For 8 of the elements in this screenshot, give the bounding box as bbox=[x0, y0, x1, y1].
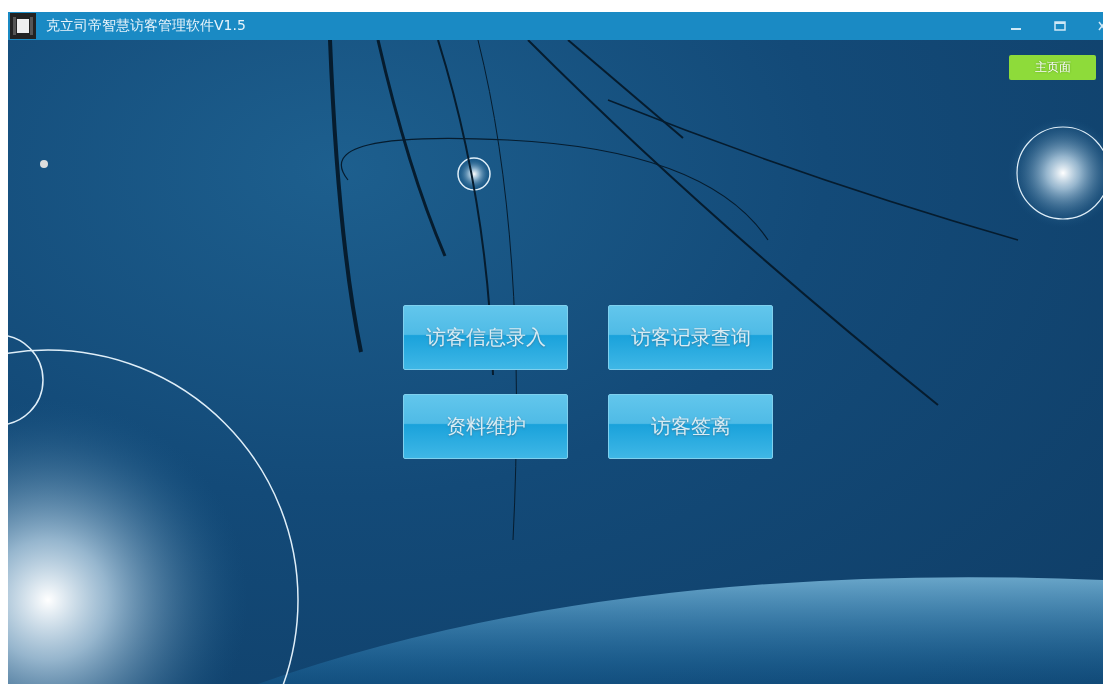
app-icon bbox=[10, 13, 36, 39]
menu-button[interactable]: 访客信息录入 bbox=[403, 305, 568, 370]
maximize-icon[interactable] bbox=[1054, 20, 1066, 32]
menu-button[interactable]: 访客记录查询 bbox=[608, 305, 773, 370]
window-title: 克立司帝智慧访客管理软件V1.5 bbox=[46, 17, 247, 35]
menu-button[interactable]: 访客签离 bbox=[608, 394, 773, 459]
home-button[interactable]: 主页面 bbox=[1009, 55, 1096, 80]
menu-button[interactable]: 资料维护 bbox=[403, 394, 568, 459]
